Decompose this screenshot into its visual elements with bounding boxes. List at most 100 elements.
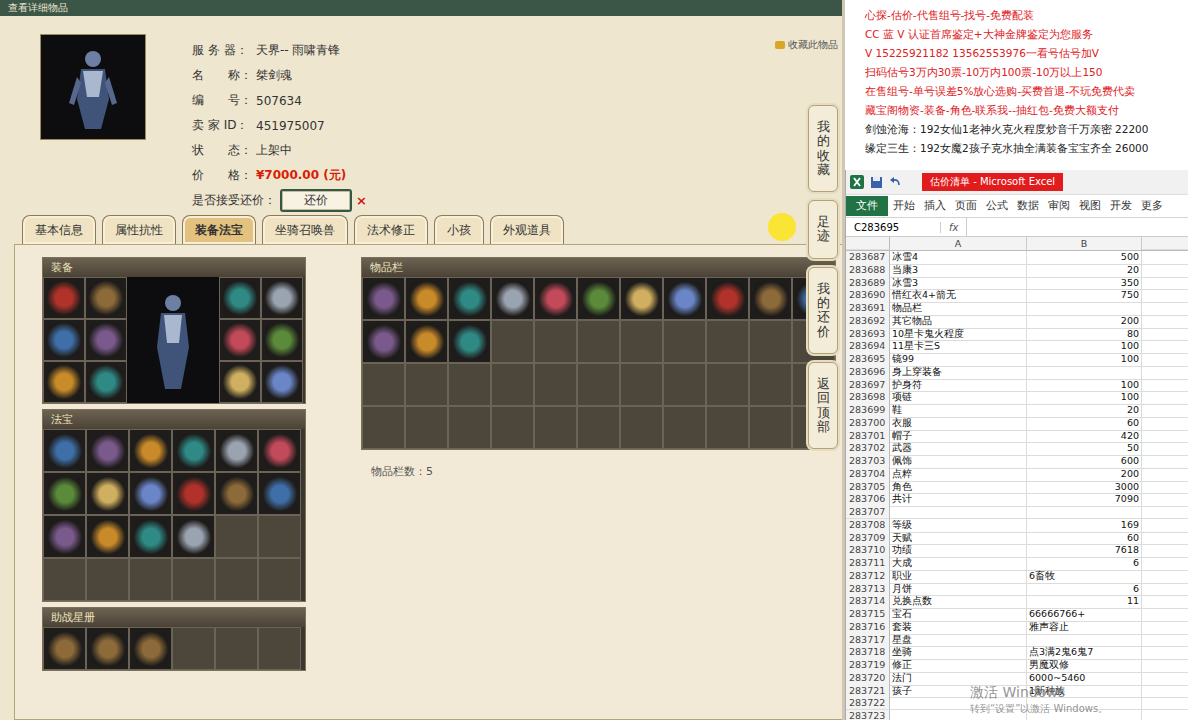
cell-a[interactable]: 武器: [890, 442, 1027, 456]
cell-b[interactable]: [1027, 697, 1142, 710]
ribbon-tab[interactable]: 更多: [1137, 196, 1167, 216]
cell-b[interactable]: 50: [1027, 442, 1142, 456]
star-book-slot[interactable]: [129, 627, 172, 670]
formula-input[interactable]: [966, 218, 1188, 236]
inventory-slot[interactable]: [405, 406, 448, 449]
fabao-slot[interactable]: [258, 515, 301, 558]
fabao-slot[interactable]: [129, 429, 172, 472]
cell-a[interactable]: 宝石: [890, 608, 1027, 622]
cell-b[interactable]: 169: [1027, 519, 1142, 533]
tab[interactable]: 装备法宝: [182, 215, 256, 244]
equipment-slot[interactable]: [219, 277, 261, 319]
side-nav-button[interactable]: 返回顶部: [808, 362, 838, 449]
cell-a[interactable]: 惜红衣4+箭无: [890, 289, 1027, 303]
column-header[interactable]: B: [1027, 237, 1142, 250]
cell-a[interactable]: [890, 506, 1027, 519]
star-book-slot[interactable]: [43, 627, 86, 670]
fabao-slot[interactable]: [86, 429, 129, 472]
fabao-slot[interactable]: [215, 429, 258, 472]
cell-b[interactable]: 80: [1027, 328, 1142, 342]
ribbon-tab[interactable]: 数据: [1013, 196, 1043, 216]
cell-a[interactable]: 共计: [890, 493, 1027, 507]
inventory-slot[interactable]: [620, 320, 663, 363]
cell-a[interactable]: [890, 710, 1027, 720]
cell-a[interactable]: [890, 697, 1027, 710]
ribbon-tab[interactable]: 页面: [951, 196, 981, 216]
cell-b[interactable]: 点3满2鬼6鬼7: [1027, 646, 1142, 660]
cell-b[interactable]: [1027, 366, 1142, 380]
cell-b[interactable]: [1027, 302, 1142, 316]
cell-a[interactable]: 冰雪4: [890, 251, 1027, 265]
star-book-slot[interactable]: [172, 627, 215, 670]
fabao-slot[interactable]: [172, 472, 215, 515]
cell-a[interactable]: 月饼: [890, 583, 1027, 597]
save-icon[interactable]: [870, 176, 883, 189]
cell-b[interactable]: 200: [1027, 315, 1142, 329]
inventory-slot[interactable]: [362, 277, 405, 320]
cell-a[interactable]: 星盘: [890, 634, 1027, 648]
star-book-slot[interactable]: [258, 627, 301, 670]
fabao-slot[interactable]: [129, 558, 172, 601]
cell-a[interactable]: 11星卡三S: [890, 340, 1027, 354]
cell-b[interactable]: 3000: [1027, 481, 1142, 495]
ribbon-tab[interactable]: 开发: [1106, 196, 1136, 216]
equipment-slot[interactable]: [85, 277, 127, 319]
inventory-slot[interactable]: [491, 406, 534, 449]
fabao-slot[interactable]: [258, 429, 301, 472]
bargain-close[interactable]: ×: [356, 193, 367, 208]
fabao-slot[interactable]: [43, 515, 86, 558]
cell-a[interactable]: 佩饰: [890, 455, 1027, 469]
cell-b[interactable]: 1新种族: [1027, 685, 1142, 699]
cell-a[interactable]: 其它物品: [890, 315, 1027, 329]
cell-a[interactable]: 等级: [890, 519, 1027, 533]
equipment-slot[interactable]: [85, 319, 127, 361]
tab[interactable]: 属性抗性: [102, 215, 176, 244]
inventory-slot[interactable]: [448, 320, 491, 363]
cell-a[interactable]: 身上穿装备: [890, 366, 1027, 380]
cell-a[interactable]: 物品栏: [890, 302, 1027, 316]
cell-b[interactable]: 男魔双修: [1027, 659, 1142, 673]
fabao-slot[interactable]: [258, 472, 301, 515]
equipment-slot[interactable]: [43, 277, 85, 319]
cell-a[interactable]: 天赋: [890, 532, 1027, 546]
cell-a[interactable]: 角色: [890, 481, 1027, 495]
cell-a[interactable]: 大成: [890, 557, 1027, 571]
inventory-slot[interactable]: [749, 406, 792, 449]
inventory-slot[interactable]: [405, 363, 448, 406]
equipment-slot[interactable]: [219, 361, 261, 403]
cell-b[interactable]: 500: [1027, 251, 1142, 265]
cell-a[interactable]: 当康3: [890, 264, 1027, 278]
cell-b[interactable]: 420: [1027, 430, 1142, 444]
inventory-slot[interactable]: [534, 320, 577, 363]
cell-b[interactable]: 6: [1027, 557, 1142, 571]
equipment-slot[interactable]: [261, 277, 303, 319]
favorite-link[interactable]: 收藏此物品: [775, 38, 838, 52]
inventory-slot[interactable]: [706, 363, 749, 406]
fabao-slot[interactable]: [86, 558, 129, 601]
inventory-slot[interactable]: [706, 277, 749, 320]
cell-a[interactable]: 职业: [890, 570, 1027, 584]
inventory-slot[interactable]: [577, 406, 620, 449]
inventory-slot[interactable]: [577, 320, 620, 363]
equipment-slot[interactable]: [43, 319, 85, 361]
cell-a[interactable]: 坐骑: [890, 646, 1027, 660]
fabao-slot[interactable]: [43, 429, 86, 472]
cell-b[interactable]: [1027, 634, 1142, 648]
equipment-slot[interactable]: [261, 319, 303, 361]
tab[interactable]: 坐骑召唤兽: [262, 215, 348, 244]
cell-a[interactable]: 镜99: [890, 353, 1027, 367]
inventory-slot[interactable]: [362, 363, 405, 406]
cell-b[interactable]: 20: [1027, 404, 1142, 418]
ribbon-tab[interactable]: 审阅: [1044, 196, 1074, 216]
cell-b[interactable]: 66666766+: [1027, 608, 1142, 622]
inventory-slot[interactable]: [620, 277, 663, 320]
side-nav-button[interactable]: 我的收藏: [808, 105, 838, 192]
equipment-slot[interactable]: [85, 361, 127, 403]
cell-b[interactable]: 100: [1027, 391, 1142, 405]
cell-b[interactable]: 6000~5460: [1027, 672, 1142, 686]
star-book-slot[interactable]: [215, 627, 258, 670]
cell-a[interactable]: 点粹: [890, 468, 1027, 482]
cell-a[interactable]: 护身符: [890, 379, 1027, 393]
tab[interactable]: 基本信息: [22, 215, 96, 244]
inventory-slot[interactable]: [491, 363, 534, 406]
